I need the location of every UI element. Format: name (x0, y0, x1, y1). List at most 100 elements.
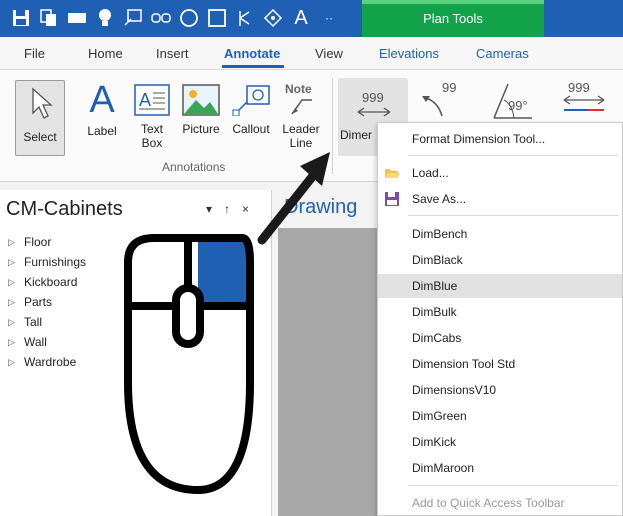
plan-tools-context-tab[interactable]: Plan Tools (362, 0, 544, 37)
tree-item-label: Furnishings (24, 255, 87, 269)
panel-menu-icon[interactable]: ▾ (206, 202, 212, 216)
more-icon[interactable]: ·· (318, 7, 340, 29)
expand-arrow-icon[interactable]: ▷ (8, 257, 24, 268)
annotations-group-label: Annotations (162, 160, 226, 174)
svg-text:A: A (139, 90, 151, 110)
format-dimension-tool-item[interactable]: Format Dimension Tool... (378, 127, 622, 151)
rectangle-fill-icon[interactable] (66, 7, 88, 29)
save-as-item[interactable]: Save As... (378, 187, 622, 211)
label-button[interactable]: A Label (84, 80, 120, 138)
panel-title: CM-Cabinets (6, 198, 123, 220)
menu-item-dimbench[interactable]: DimBench (378, 222, 622, 246)
chain-dimension-icon[interactable]: 999 (562, 80, 606, 122)
folder-open-icon (385, 169, 400, 178)
mouse-left-click-icon (124, 234, 254, 494)
letter-a-icon: A (89, 79, 115, 121)
menu-item-dimbulk[interactable]: DimBulk (378, 300, 622, 324)
pointer-arrow-icon (257, 152, 330, 245)
menu-item-label: DimBlue (412, 279, 458, 293)
save-icon (385, 192, 399, 206)
tree-item-parts[interactable]: ▷ Parts (8, 292, 86, 312)
menu-item-label: Add to Quick Access Toolbar (412, 496, 565, 510)
save-icon[interactable] (10, 7, 32, 29)
copy-icon[interactable] (38, 7, 60, 29)
label-label: Label (87, 124, 117, 138)
dim-value-3: 99° (508, 98, 528, 113)
tab-insert[interactable]: Insert (156, 46, 189, 61)
tree-item-label: Wardrobe (24, 355, 77, 369)
menu-item-label: Save As... (412, 192, 467, 206)
expand-arrow-icon[interactable]: ▷ (8, 317, 24, 328)
callout-button[interactable]: Callout (228, 84, 274, 136)
leader-line-label-1: Leader (282, 122, 320, 136)
tree-item-label: Parts (24, 295, 53, 309)
library-tree: ▷ Floor ▷ Furnishings ▷ Kickboard ▷ Parts ▷ T… (8, 232, 86, 372)
select-button[interactable]: Select (15, 80, 65, 156)
quick-access-toolbar: A ·· Plan Tools (0, 0, 623, 37)
close-icon[interactable]: × (242, 202, 249, 216)
tree-item-wall[interactable]: ▷ Wall (8, 332, 86, 352)
menu-item-dimensionsv10[interactable]: DimensionsV10 (378, 378, 622, 402)
text-icon[interactable]: A (290, 7, 312, 29)
text-box-label-1: Text (140, 122, 163, 136)
tree-item-tall[interactable]: ▷ Tall (8, 312, 86, 332)
square-icon[interactable] (206, 7, 228, 29)
dimension-label: Dimer (340, 128, 372, 142)
app-window: A ·· Plan Tools File Home Insert Annotat… (0, 0, 623, 516)
text-box-button[interactable]: A Text Box (132, 84, 172, 150)
angle-dimension-icon[interactable]: 99° (488, 80, 538, 122)
menu-item-dimkick[interactable]: DimKick (378, 430, 622, 454)
tree-item-furnishings[interactable]: ▷ Furnishings (8, 252, 86, 272)
menu-item-label: Load... (412, 166, 449, 180)
tree-item-floor[interactable]: ▷ Floor (8, 232, 86, 252)
menu-item-label: DimensionsV10 (412, 383, 497, 397)
menu-item-label: DimKick (412, 435, 456, 449)
menu-item-label: Format Dimension Tool... (412, 132, 546, 146)
menu-separator (408, 215, 618, 216)
menu-item-dimension-tool-std[interactable]: Dimension Tool Std (378, 352, 622, 376)
menu-item-dimblue[interactable]: DimBlue (378, 274, 622, 298)
menu-item-dimblack[interactable]: DimBlack (378, 248, 622, 272)
tab-annotate[interactable]: Annotate (224, 46, 280, 61)
tree-item-label: Floor (24, 235, 52, 249)
expand-arrow-icon[interactable]: ▷ (8, 337, 24, 348)
picture-button[interactable]: Picture (178, 84, 224, 136)
fork-icon[interactable] (234, 7, 256, 29)
tab-cameras[interactable]: Cameras (476, 46, 529, 61)
menu-item-label: DimGreen (412, 409, 467, 423)
expand-arrow-icon[interactable]: ▷ (8, 297, 24, 308)
leader-line-icon: Note (278, 80, 324, 118)
menu-separator (408, 485, 618, 486)
menu-item-dimgreen[interactable]: DimGreen (378, 404, 622, 428)
diamond-icon[interactable] (262, 7, 284, 29)
add-to-quick-access-item[interactable]: Add to Quick Access Toolbar (378, 491, 622, 515)
tab-file[interactable]: File (24, 46, 45, 61)
bulb-icon[interactable] (94, 7, 116, 29)
note-icon[interactable] (122, 7, 144, 29)
ribbon-tabs: File Home Insert Annotate View Elevation… (0, 37, 623, 70)
load-item[interactable]: Load... (378, 161, 622, 185)
tree-item-label: Tall (24, 315, 43, 329)
menu-item-label: DimMaroon (412, 461, 475, 475)
tab-elevations[interactable]: Elevations (379, 46, 439, 61)
angular-dimension-icon[interactable]: 99 (416, 80, 466, 120)
menu-item-dimmaroon[interactable]: DimMaroon (378, 456, 622, 480)
drawing-canvas[interactable] (278, 228, 378, 516)
tree-item-label: Wall (24, 335, 47, 349)
chain-icon[interactable] (150, 7, 172, 29)
tree-item-kickboard[interactable]: ▷ Kickboard (8, 272, 86, 292)
circle-icon[interactable] (178, 7, 200, 29)
picture-label: Picture (182, 122, 220, 136)
tab-home[interactable]: Home (88, 46, 123, 61)
tab-view[interactable]: View (315, 46, 343, 61)
expand-arrow-icon[interactable]: ▷ (8, 237, 24, 248)
select-label: Select (23, 130, 57, 144)
tree-item-wardrobe[interactable]: ▷ Wardrobe (8, 352, 86, 372)
menu-item-label: DimBench (412, 227, 468, 241)
menu-item-dimcabs[interactable]: DimCabs (378, 326, 622, 350)
expand-arrow-icon[interactable]: ▷ (8, 277, 24, 288)
menu-item-label: DimBlack (412, 253, 463, 267)
expand-arrow-icon[interactable]: ▷ (8, 357, 24, 368)
pin-icon[interactable]: ↑ (224, 202, 230, 216)
menu-item-label: DimBulk (412, 305, 457, 319)
